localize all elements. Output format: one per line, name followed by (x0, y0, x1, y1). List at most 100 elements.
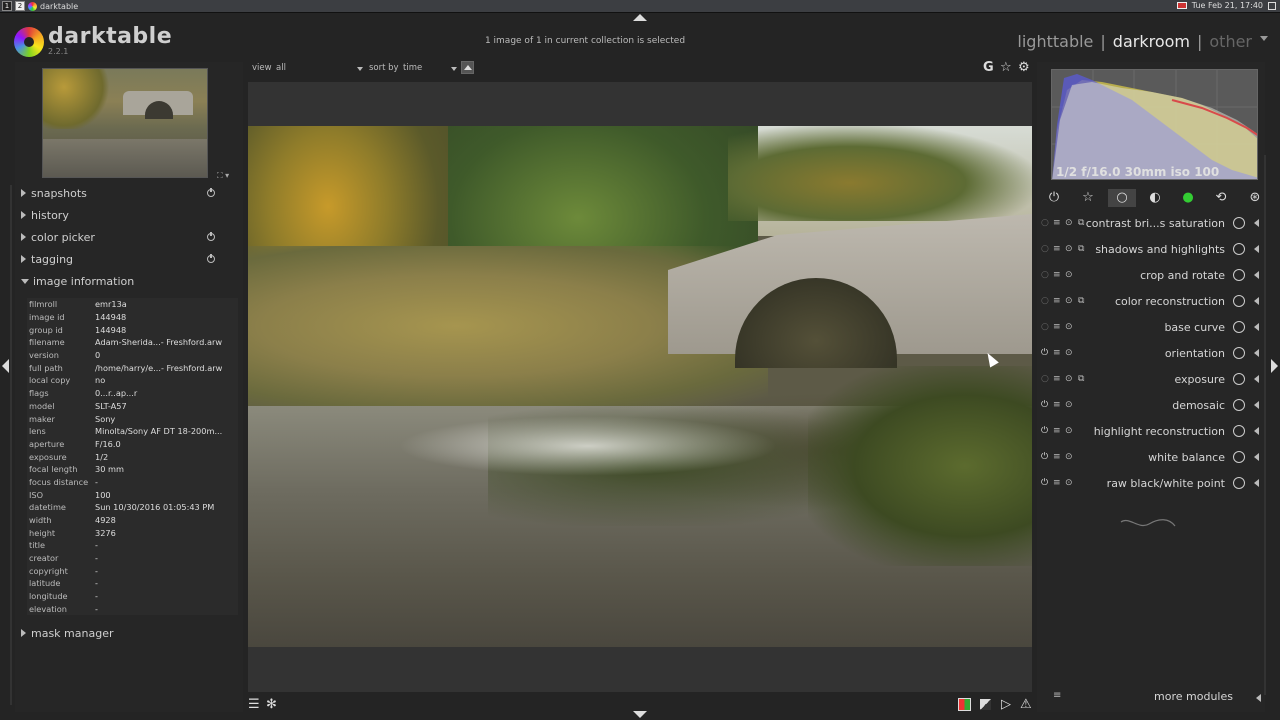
section-image-information[interactable]: image information (21, 271, 243, 291)
module-reset-icon[interactable]: ⊙ (1065, 296, 1073, 306)
module-highlight[interactable]: ⏻ ≡ ⊙ highlight reconstruction (1037, 418, 1265, 444)
workspace-1-button[interactable]: 1 (2, 1, 12, 11)
left-panel-scrollbar[interactable] (10, 185, 12, 705)
module-reset-icon[interactable]: ⊙ (1065, 374, 1073, 384)
softproof-icon[interactable]: ▷ (1001, 697, 1011, 712)
module-presets-icon[interactable]: ⧉ (1078, 244, 1084, 254)
module-white-balance[interactable]: ⏻ ≡ ⊙ white balance (1037, 444, 1265, 470)
module-power-icon[interactable]: ○ (1041, 296, 1049, 306)
multi-instance-icon[interactable]: ≡ (1053, 374, 1061, 384)
module-power-icon[interactable]: ⏻ (1041, 348, 1048, 358)
color-assessment-icon[interactable] (958, 698, 971, 711)
module-power-icon[interactable]: ○ (1041, 374, 1049, 384)
module-expand-icon[interactable] (1254, 323, 1259, 331)
collapse-top-panel-arrow-icon[interactable] (633, 14, 647, 21)
basic-group-circle-icon[interactable]: ○ (1108, 189, 1136, 207)
module-reset-icon[interactable]: ⊙ (1065, 218, 1073, 228)
module-presets-icon[interactable]: ⧉ (1078, 218, 1084, 228)
multi-instance-icon[interactable]: ≡ (1053, 218, 1061, 228)
gamut-check-icon[interactable]: ⚠ (1020, 697, 1032, 712)
module-reset-icon[interactable]: ⊙ (1065, 452, 1073, 462)
module-raw-bw[interactable]: ⏻ ≡ ⊙ raw black/white point (1037, 470, 1265, 496)
view-dropdown-icon[interactable] (1260, 36, 1268, 41)
multi-instance-icon[interactable]: ≡ (1053, 478, 1061, 488)
section-history[interactable]: history (21, 205, 243, 225)
module-reset-icon[interactable]: ⊙ (1065, 322, 1073, 332)
module-reset-icon[interactable]: ⊙ (1065, 348, 1073, 358)
multi-instance-icon[interactable]: ≡ (1053, 348, 1061, 358)
module-power-icon[interactable]: ○ (1041, 322, 1049, 332)
module-reset-icon[interactable]: ⊙ (1065, 478, 1073, 488)
view-filter-select[interactable]: all (276, 63, 286, 73)
module-contrast[interactable]: ○ ≡ ⊙ ⧉ contrast bri...s saturation (1037, 210, 1265, 236)
section-snapshots[interactable]: snapshots (21, 183, 243, 203)
module-reset-icon[interactable]: ⊙ (1065, 426, 1073, 436)
view-other[interactable]: other (1209, 32, 1252, 51)
module-name[interactable]: raw black/white point (1107, 477, 1225, 490)
module-name[interactable]: color reconstruction (1115, 295, 1225, 308)
grouping-icon[interactable]: G (983, 60, 994, 75)
module-name[interactable]: shadows and highlights (1095, 243, 1225, 256)
multi-instance-icon[interactable]: ≡ (1053, 400, 1061, 410)
module-presets-icon[interactable]: ⧉ (1078, 374, 1084, 384)
multi-instance-icon[interactable]: ≡ (1053, 426, 1061, 436)
module-power-icon[interactable]: ⏻ (1041, 426, 1048, 436)
module-name[interactable]: orientation (1165, 347, 1225, 360)
taskbar-clock[interactable]: Tue Feb 21, 17:40 (1192, 1, 1263, 10)
section-mask-manager[interactable]: mask manager (21, 623, 243, 643)
color-group-icon[interactable]: ● (1179, 189, 1197, 207)
reset-icon[interactable] (207, 188, 215, 197)
module-name[interactable]: contrast bri...s saturation (1086, 217, 1225, 230)
more-modules-label[interactable]: more modules (1154, 690, 1233, 703)
module-power-icon[interactable]: ⏻ (1041, 452, 1048, 462)
module-expand-icon[interactable] (1254, 401, 1259, 409)
preferences-gear-icon[interactable]: ⚙ (1018, 60, 1030, 75)
sort-direction-button[interactable] (461, 61, 474, 74)
section-tagging[interactable]: tagging (21, 249, 243, 269)
module-presets-icon[interactable]: ⧉ (1078, 296, 1084, 306)
module-power-icon[interactable]: ○ (1041, 270, 1049, 280)
presets-menu-icon[interactable]: ☰ (248, 697, 260, 712)
multi-instance-icon[interactable]: ≡ (1053, 322, 1061, 332)
module-power-icon[interactable]: ○ (1041, 218, 1049, 228)
module-power-icon[interactable]: ○ (1041, 244, 1049, 254)
multi-instance-icon[interactable]: ≡ (1053, 270, 1061, 280)
navigation-zoom-expand-icon[interactable]: ⛶ ▾ (217, 171, 229, 181)
correct-group-icon[interactable]: ⟲ (1212, 189, 1230, 207)
sort-select[interactable]: time (403, 63, 422, 73)
collapse-left-panel-arrow-icon[interactable] (2, 359, 9, 373)
module-name[interactable]: exposure (1174, 373, 1225, 386)
module-reset-icon[interactable]: ⊙ (1065, 400, 1073, 410)
view-lighttable[interactable]: lighttable (1017, 32, 1093, 51)
collapse-right-panel-arrow-icon[interactable] (1271, 359, 1278, 373)
module-name[interactable]: crop and rotate (1140, 269, 1225, 282)
module-expand-icon[interactable] (1254, 375, 1259, 383)
multi-instance-icon[interactable]: ≡ (1053, 244, 1061, 254)
star-icon[interactable]: ☆ (1000, 60, 1012, 75)
module-expand-icon[interactable] (1254, 219, 1259, 227)
reset-icon[interactable] (207, 254, 215, 263)
module-expand-icon[interactable] (1254, 427, 1259, 435)
module-name[interactable]: base curve (1164, 321, 1225, 334)
module-expand-icon[interactable] (1254, 453, 1259, 461)
sort-dropdown-icon[interactable] (451, 67, 457, 71)
module-crop[interactable]: ○ ≡ ⊙ crop and rotate (1037, 262, 1265, 288)
module-shadows[interactable]: ○ ≡ ⊙ ⧉ shadows and highlights (1037, 236, 1265, 262)
main-image-preview[interactable] (248, 126, 1032, 647)
module-power-icon[interactable]: ⏻ (1041, 400, 1048, 410)
module-expand-icon[interactable] (1254, 349, 1259, 357)
module-expand-icon[interactable] (1254, 245, 1259, 253)
multi-instance-icon[interactable]: ≡ (1053, 296, 1061, 306)
tone-group-icon[interactable]: ◐ (1146, 189, 1164, 207)
module-expand-icon[interactable] (1254, 479, 1259, 487)
module-expand-icon[interactable] (1254, 271, 1259, 279)
styles-icon[interactable]: ✻ (266, 697, 277, 712)
navigation-thumbnail[interactable] (42, 68, 208, 178)
module-orientation[interactable]: ⏻ ≡ ⊙ orientation (1037, 340, 1265, 366)
module-name[interactable]: highlight reconstruction (1094, 425, 1225, 438)
section-color-picker[interactable]: color picker (21, 227, 243, 247)
keyboard-layout-icon[interactable] (1176, 2, 1187, 9)
window-list-icon[interactable] (1268, 1, 1276, 10)
module-name[interactable]: white balance (1148, 451, 1225, 464)
taskbar-window-title[interactable]: darktable (40, 2, 78, 11)
